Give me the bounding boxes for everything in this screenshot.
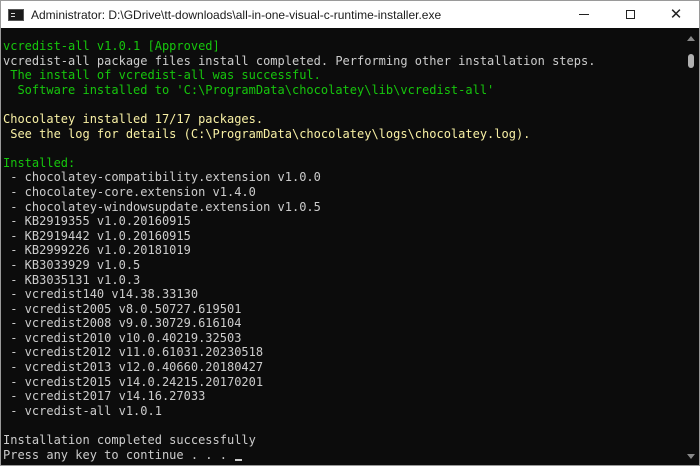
console-line-text: - chocolatey-core.extension v1.4.0 — [3, 184, 256, 199]
console-line-text: - chocolatey-windowsupdate.extension v1.… — [3, 199, 321, 214]
console-line-text: - chocolatey-compatibility.extension v1.… — [3, 170, 321, 185]
console-line-text: - KB2999226 v1.0.20181019 — [3, 243, 191, 258]
console-line: - chocolatey-windowsupdate.extension v1.… — [3, 200, 683, 215]
console-line-text: - vcredist2008 v9.0.30729.616104 — [3, 316, 242, 331]
console-line-text: vcredist-all package files install compl… — [3, 53, 596, 68]
console-window: Administrator: D:\GDrive\tt-downloads\al… — [0, 0, 700, 466]
console-line: vcredist-all package files install compl… — [3, 54, 683, 69]
title-bar[interactable]: Administrator: D:\GDrive\tt-downloads\al… — [1, 1, 699, 28]
console-line: - KB3035131 v1.0.3 — [3, 273, 683, 288]
console-line: Chocolatey installed 17/17 packages. — [3, 112, 683, 127]
console-line: Installed: — [3, 156, 683, 171]
console-line: - chocolatey-compatibility.extension v1.… — [3, 170, 683, 185]
console-line: See the log for details (C:\ProgramData\… — [3, 127, 683, 142]
console-line-text: - vcredist140 v14.38.33130 — [3, 287, 199, 302]
console-line-text: Chocolatey installed 17/17 packages. — [3, 111, 264, 126]
console-line-text: - vcredist-all v1.0.1 — [3, 403, 162, 418]
window-title: Administrator: D:\GDrive\tt-downloads\al… — [31, 7, 442, 22]
console-line: The install of vcredist-all was successf… — [3, 68, 683, 83]
console-line-text: See the log for details (C:\ProgramData\… — [3, 126, 531, 141]
console-line: - vcredist140 v14.38.33130 — [3, 287, 683, 302]
console-line: - vcredist2015 v14.0.24215.20170201 — [3, 375, 683, 390]
console-line-text: Press any key to continue . . . — [3, 447, 235, 462]
console-line-text: vcredist-all v1.0.1 [Approved] — [3, 39, 220, 53]
console-line-text: - KB2919355 v1.0.20160915 — [3, 214, 191, 229]
console-line-text: - vcredist2005 v8.0.50727.619501 — [3, 301, 242, 316]
console-line: Installation completed successfully — [3, 433, 683, 448]
console-line: - vcredist-all v1.0.1 — [3, 404, 683, 419]
console-line-text: - vcredist2012 v11.0.61031.20230518 — [3, 345, 264, 360]
console-line: - vcredist2008 v9.0.30729.616104 — [3, 316, 683, 331]
console-line: - vcredist2010 v10.0.40219.32503 — [3, 331, 683, 346]
console-line: Software installed to 'C:\ProgramData\ch… — [3, 83, 683, 98]
console-line-text: Installed: — [3, 155, 76, 170]
console-line-text: - KB3033929 v1.0.5 — [3, 257, 141, 272]
console-line-text: Software installed to 'C:\ProgramData\ch… — [3, 82, 495, 97]
console-line-text: - vcredist2015 v14.0.24215.20170201 — [3, 374, 264, 389]
minimize-icon — [579, 14, 589, 15]
console-line: vcredist-all v1.0.1 [Approved] — [3, 39, 683, 54]
console-line-text: The install of vcredist-all was successf… — [3, 68, 321, 83]
console-line: - KB2919442 v1.0.20160915 — [3, 229, 683, 244]
terminal-icon — [8, 8, 24, 21]
console-line: - chocolatey-core.extension v1.4.0 — [3, 185, 683, 200]
close-button[interactable]: ✕ — [653, 1, 699, 28]
console-line: - KB2919355 v1.0.20160915 — [3, 214, 683, 229]
console-line: - vcredist2017 v14.16.27033 — [3, 389, 683, 404]
console-line: - vcredist2013 v12.0.40660.20180427 — [3, 360, 683, 375]
console-line-text: - vcredist2017 v14.16.27033 — [3, 389, 206, 404]
maximize-button[interactable] — [607, 1, 653, 28]
console-line-text: - vcredist2013 v12.0.40660.20180427 — [3, 360, 264, 375]
text-cursor — [235, 458, 243, 461]
scroll-thumb[interactable] — [688, 54, 694, 68]
scroll-up-icon[interactable] — [687, 36, 695, 41]
vertical-scrollbar[interactable] — [684, 28, 698, 465]
console-line: - vcredist2005 v8.0.50727.619501 — [3, 302, 683, 317]
console-line-text: - KB3035131 v1.0.3 — [3, 272, 141, 287]
maximize-icon — [625, 10, 635, 19]
console-line: - KB2999226 v1.0.20181019 — [3, 243, 683, 258]
scroll-down-icon[interactable] — [687, 454, 695, 459]
close-icon: ✕ — [669, 5, 683, 23]
console-line: - KB3033929 v1.0.5 — [3, 258, 683, 273]
console-line: Press any key to continue . . . — [3, 448, 683, 463]
console-output[interactable]: vcredist-all v1.0.1 [Approved] vcredist-a… — [3, 39, 683, 465]
console-line-text: - KB2919442 v1.0.20160915 — [3, 228, 191, 243]
console-line-text: - vcredist2010 v10.0.40219.32503 — [3, 330, 242, 345]
console-line: - vcredist2012 v11.0.61031.20230518 — [3, 345, 683, 360]
minimize-button[interactable] — [561, 1, 607, 28]
console-line-text: Installation completed successfully — [3, 433, 256, 448]
